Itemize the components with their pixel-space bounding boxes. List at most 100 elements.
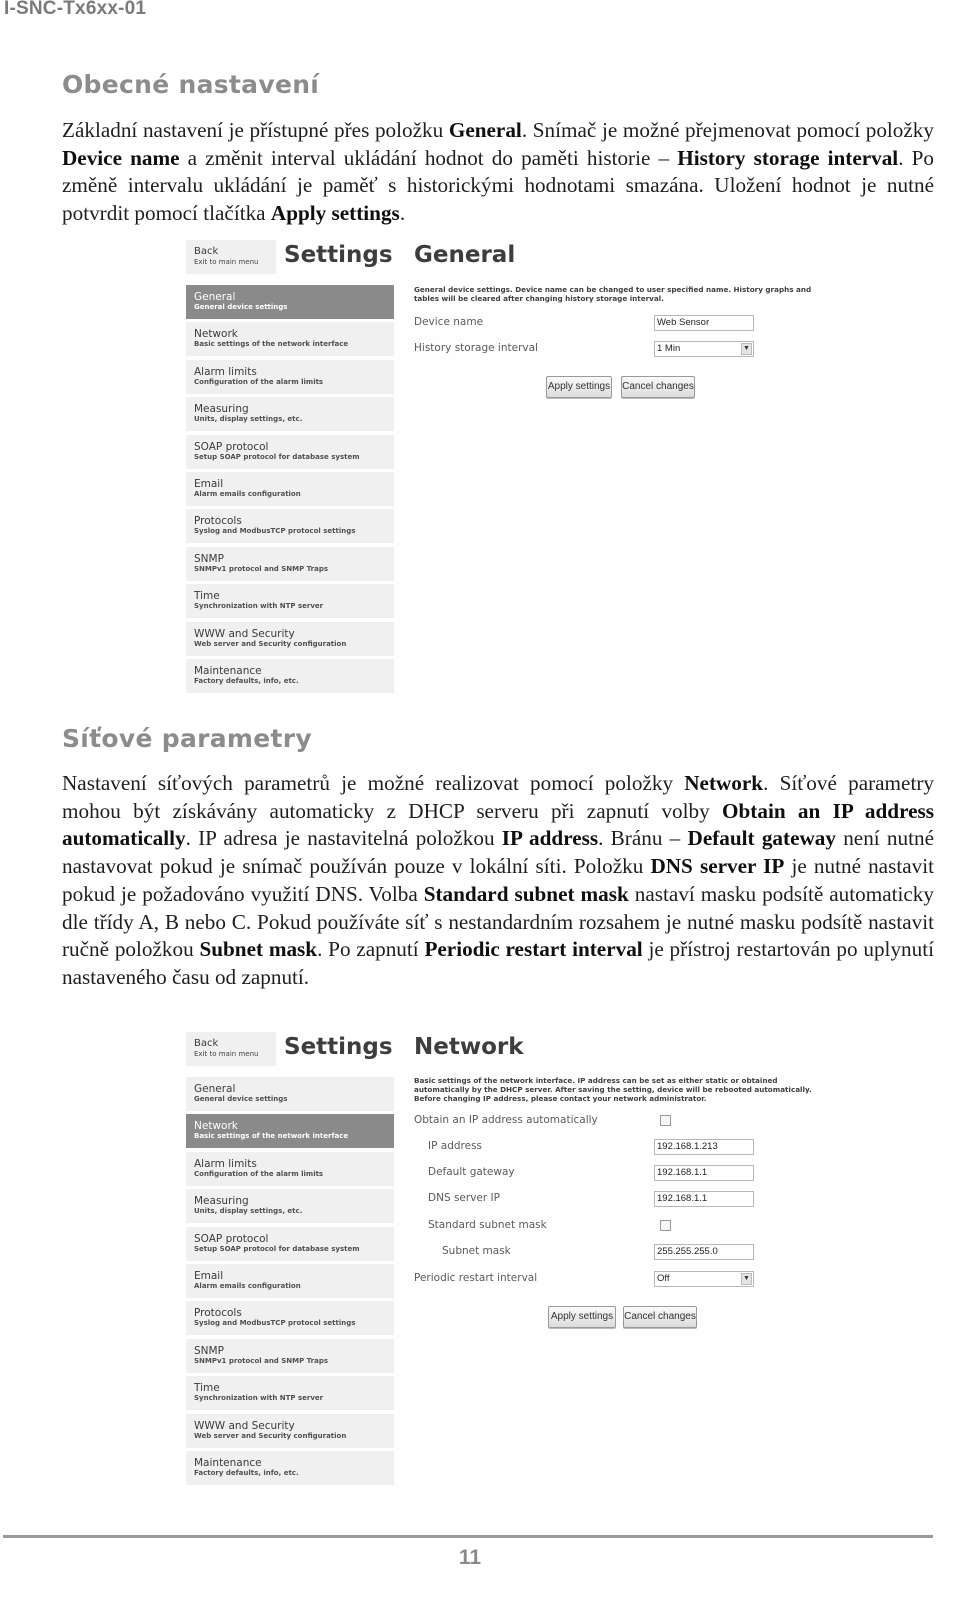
history-interval-label: History storage interval [414, 342, 538, 354]
ip-address-input[interactable]: 192.168.1.213 [654, 1139, 754, 1155]
history-interval-value: 1 Min [657, 343, 681, 354]
menu-item-measuring[interactable]: Measuring Units, display settings, etc. [186, 397, 394, 432]
menu-item-email[interactable]: Email Alarm emails configuration [186, 1263, 394, 1298]
menu-item-time[interactable]: Time Synchronization with NTP server [186, 1376, 394, 1411]
menu-item-soap-protocol[interactable]: SOAP protocol Setup SOAP protocol for dat… [186, 1226, 394, 1261]
text-run: . IP adresa je nastavitelná položkou [185, 826, 502, 851]
bold-term: Periodic restart interval [424, 937, 643, 962]
menu-item-snmp[interactable]: SNMP SNMPv1 protocol and SNMP Traps [186, 1338, 394, 1373]
subnet-mask-input[interactable]: 255.255.255.0 [654, 1244, 754, 1260]
default-gateway-input[interactable]: 192.168.1.1 [654, 1165, 754, 1181]
row-ip-address: IP address 192.168.1.213 [414, 1139, 834, 1158]
menu-item-sublabel: Alarm emails configuration [194, 1281, 301, 1290]
menu-item-network[interactable]: Network Basic settings of the network int… [186, 1114, 394, 1149]
cancel-changes-button[interactable]: Cancel changes [621, 376, 695, 398]
menu-item-maintenance[interactable]: Maintenance Factory defaults, info, etc. [186, 658, 394, 693]
menu-item-label: SOAP protocol [194, 440, 269, 453]
menu-item-label: SNMP [194, 552, 224, 565]
menu-item-sublabel: Factory defaults, info, etc. [194, 1468, 299, 1477]
text-run: Základní nastavení je přístupné přes pol… [62, 118, 449, 142]
page-description: General device settings. Device name can… [414, 285, 812, 303]
menu-item-label: Measuring [194, 1195, 249, 1208]
back-button[interactable]: Back Exit to main menu [186, 240, 276, 274]
row-device-name: Device name Web Sensor [414, 315, 834, 334]
restart-interval-label: Periodic restart interval [414, 1272, 538, 1284]
text-run: Nastavení síťových parametrů je možné re… [62, 771, 685, 795]
menu-item-label: Alarm limits [194, 365, 257, 378]
row-dns-server: DNS server IP 192.168.1.1 [414, 1191, 834, 1210]
menu-item-maintenance[interactable]: Maintenance Factory defaults, info, etc. [186, 1450, 394, 1485]
menu-item-label: Protocols [194, 1307, 242, 1320]
menu-item-sublabel: Synchronization with NTP server [194, 602, 324, 611]
text-run: a změnit interval ukládání hodnot do pam… [179, 145, 678, 170]
device-name-label: Device name [414, 316, 484, 328]
page-title: Network [414, 1034, 524, 1060]
text-run: . [399, 201, 406, 226]
menu-item-sublabel: Units, display settings, etc. [194, 415, 303, 424]
back-sublabel: Exit to main menu [194, 258, 259, 266]
restart-interval-select[interactable]: Off ▼ [654, 1271, 754, 1287]
device-name-input[interactable]: Web Sensor [654, 315, 754, 331]
section-heading-network: Síťové parametry [62, 724, 313, 753]
menu-item-measuring[interactable]: Measuring Units, display settings, etc. [186, 1189, 394, 1224]
menu-item-network[interactable]: Network Basic settings of the network int… [186, 322, 394, 357]
menu-item-label: Email [194, 477, 224, 490]
menu-item-sublabel: Configuration of the alarm limits [194, 377, 324, 386]
page-number: 11 [458, 1546, 482, 1569]
bold-term: IP address [501, 826, 599, 851]
back-label: Back [194, 1038, 219, 1049]
menu-item-alarm-limits[interactable]: Alarm limits Configuration of the alarm l… [186, 1151, 394, 1186]
menu-item-time[interactable]: Time Synchronization with NTP server [186, 584, 394, 619]
bold-term: Device name [62, 145, 180, 170]
default-gateway-label: Default gateway [428, 1166, 515, 1178]
menu-item-sublabel: Alarm emails configuration [194, 489, 301, 498]
menu-item-label: Time [194, 1382, 220, 1395]
apply-settings-button[interactable]: Apply settings [548, 1306, 616, 1328]
menu-item-general[interactable]: General General device settings [186, 1077, 394, 1111]
menu-item-label: WWW and Security [194, 627, 295, 640]
ip-address-label: IP address [428, 1140, 483, 1152]
cancel-changes-button[interactable]: Cancel changes [623, 1306, 697, 1328]
menu-item-sublabel: Web server and Security configuration [194, 1431, 347, 1440]
menu-item-label: SOAP protocol [194, 1232, 269, 1245]
menu-item-soap-protocol[interactable]: SOAP protocol Setup SOAP protocol for dat… [186, 434, 394, 469]
bold-term: Standard subnet mask [423, 881, 629, 906]
settings-screenshot-network: Back Exit to main menu Settings Network … [186, 1032, 836, 1487]
back-sublabel: Exit to main menu [194, 1050, 259, 1058]
menu-item-protocols[interactable]: Protocols Syslog and ModbusTCP protocol s… [186, 509, 394, 544]
menu-item-label: General [194, 291, 236, 303]
bold-term: General [448, 118, 522, 142]
dns-server-input[interactable]: 192.168.1.1 [654, 1191, 754, 1207]
settings-title: Settings [284, 1034, 393, 1060]
menu-item-protocols[interactable]: Protocols Syslog and ModbusTCP protocol s… [186, 1301, 394, 1336]
bold-term: Apply settings [270, 201, 400, 226]
menu-item-sublabel: Configuration of the alarm limits [194, 1169, 324, 1178]
row-restart-interval: Periodic restart interval Off ▼ [414, 1271, 834, 1290]
chevron-down-icon[interactable]: ▼ [741, 343, 752, 355]
menu-item-www-and-security[interactable]: WWW and Security Web server and Security … [186, 621, 394, 656]
chevron-down-icon[interactable]: ▼ [741, 1273, 752, 1285]
menu-item-alarm-limits[interactable]: Alarm limits Configuration of the alarm l… [186, 359, 394, 394]
bold-term: Subnet mask [199, 937, 318, 962]
menu-item-sublabel: Basic settings of the network interface [194, 1132, 349, 1141]
obtain-auto-checkbox[interactable] [660, 1115, 671, 1126]
menu-item-snmp[interactable]: SNMP SNMPv1 protocol and SNMP Traps [186, 546, 394, 581]
document-header: I-SNC-Tx6xx-01 [4, 0, 147, 19]
section-heading-general: Obecné nastavení [62, 70, 320, 99]
menu-item-label: Measuring [194, 403, 249, 416]
row-history-interval: History storage interval 1 Min ▼ [414, 341, 834, 360]
back-button[interactable]: Back Exit to main menu [186, 1032, 276, 1066]
menu-item-www-and-security[interactable]: WWW and Security Web server and Security … [186, 1413, 394, 1448]
menu-item-label: Time [194, 590, 220, 603]
menu-item-general[interactable]: General General device settings [186, 285, 394, 319]
apply-settings-button[interactable]: Apply settings [546, 376, 612, 398]
standard-subnet-checkbox[interactable] [660, 1220, 671, 1231]
menu-item-label: Maintenance [194, 1456, 262, 1469]
menu-item-sublabel: Syslog and ModbusTCP protocol settings [194, 527, 356, 536]
menu-item-label: General [194, 1083, 236, 1095]
menu-item-label: Alarm limits [194, 1157, 257, 1170]
menu-item-email[interactable]: Email Alarm emails configuration [186, 471, 394, 506]
history-interval-select[interactable]: 1 Min ▼ [654, 341, 754, 357]
menu-item-sublabel: Web server and Security configuration [194, 639, 347, 648]
page-description: Basic settings of the network interface.… [414, 1076, 812, 1103]
